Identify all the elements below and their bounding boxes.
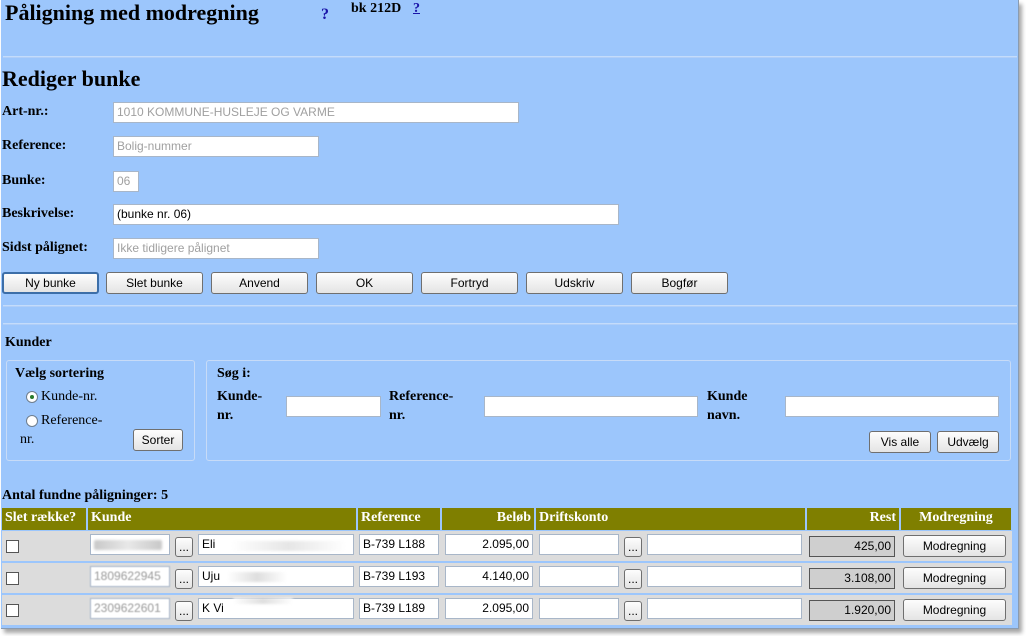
row-reference-field[interactable]: B-739 L188 — [359, 534, 439, 555]
col-header-reference: Reference — [358, 508, 440, 530]
search-title: Søg i: — [217, 366, 251, 381]
offset-button[interactable]: Modregning — [903, 535, 1006, 557]
row-rest-field: 1.920,00 — [809, 600, 895, 621]
col-header-belob: Beløb — [442, 508, 534, 530]
kunde-lookup-button[interactable]: ... — [175, 601, 193, 621]
filter-button[interactable]: Udvælg — [937, 431, 999, 453]
section-title-rediger: Rediger bunke — [2, 66, 141, 91]
row-kundenr-field[interactable]: 1809622945 — [90, 566, 170, 587]
row-driftskonto-field[interactable] — [539, 566, 619, 587]
bunke-field: 06 — [113, 171, 139, 192]
app-window: Påligning med modregning ? bk 212D ? Red… — [1, 0, 1019, 629]
apply-button[interactable]: Anvend — [211, 272, 308, 294]
sidst-field: Ikke tidligere pålignet — [113, 238, 319, 259]
driftskonto-lookup-button[interactable]: ... — [624, 537, 642, 557]
search-refnr-input[interactable] — [484, 396, 698, 417]
sort-button[interactable]: Sorter — [133, 429, 183, 451]
redacted-text — [233, 598, 293, 604]
redacted-text — [231, 541, 346, 551]
search-refnr-label-line2: nr. — [389, 408, 406, 423]
reference-field: Bolig-nummer — [113, 136, 319, 157]
cancel-button[interactable]: Fortryd — [421, 272, 518, 294]
page-title: Påligning med modregning — [5, 0, 259, 25]
sidst-label: Sidst pålignet: — [2, 240, 88, 255]
kunder-heading: Kunder — [5, 335, 52, 350]
delete-row-checkbox[interactable] — [6, 604, 19, 617]
row-driftskonto-field[interactable] — [539, 534, 619, 555]
driftskonto-lookup-button[interactable]: ... — [624, 569, 642, 589]
sort-option-reference: Reference- — [41, 413, 103, 428]
divider — [3, 323, 1017, 325]
help-icon[interactable]: ? — [321, 6, 329, 24]
bunke-label: Bunke: — [2, 173, 46, 188]
search-navn-label: Kunde — [707, 389, 748, 404]
screen-code: bk 212D — [351, 1, 402, 16]
col-header-rest: Rest — [807, 508, 899, 530]
col-header-modregning: Modregning — [901, 508, 1011, 530]
col-header-kunde: Kunde — [88, 508, 356, 530]
sort-radio-kundenr[interactable] — [26, 391, 38, 403]
col-header-slet: Slet række? — [2, 508, 86, 530]
sort-option-kundenr: Kunde-nr. — [41, 389, 98, 404]
art-field: 1010 KOMMUNE-HUSLEJE OG VARME — [113, 102, 519, 123]
row-belob-field[interactable]: 2.095,00 — [445, 598, 533, 619]
row-reference-field[interactable]: B-739 L193 — [359, 566, 439, 587]
reference-label: Reference: — [2, 138, 67, 153]
sort-option-reference-line2: nr. — [20, 432, 35, 447]
row-driftskonto-name-field[interactable] — [647, 534, 802, 555]
result-count: Antal fundne påligninger: 5 — [2, 488, 169, 503]
beskrivelse-label: Beskrivelse: — [2, 206, 75, 221]
art-label: Art-nr.: — [2, 104, 49, 119]
row-belob-field[interactable]: 4.140,00 — [445, 566, 533, 587]
search-kundenr-label: Kunde- — [217, 389, 263, 404]
delete-row-checkbox[interactable] — [6, 572, 19, 585]
new-batch-button[interactable]: Ny bunke — [2, 272, 99, 294]
driftskonto-lookup-button[interactable]: ... — [624, 601, 642, 621]
row-driftskonto-name-field[interactable] — [647, 566, 802, 587]
search-kundenr-label-line2: nr. — [217, 408, 234, 423]
print-button[interactable]: Udskriv — [526, 272, 623, 294]
kunde-lookup-button[interactable]: ... — [175, 569, 193, 589]
divider — [3, 305, 1017, 307]
offset-button[interactable]: Modregning — [903, 567, 1006, 589]
search-navn-label-line2: navn. — [707, 408, 741, 423]
screen-help-link[interactable]: ? — [413, 1, 420, 17]
delete-row-checkbox[interactable] — [6, 540, 19, 553]
row-reference-field[interactable]: B-739 L189 — [359, 598, 439, 619]
ok-button[interactable]: OK — [316, 272, 413, 294]
row-rest-field: 425,00 — [809, 536, 895, 557]
redacted-text — [94, 540, 162, 550]
sort-title: Vælg sortering — [15, 366, 105, 381]
divider — [3, 56, 1017, 58]
search-kundenr-input[interactable] — [286, 396, 381, 417]
offset-button[interactable]: Modregning — [903, 599, 1006, 621]
row-rest-field: 3.108,00 — [809, 568, 895, 589]
beskrivelse-field[interactable]: (bunke nr. 06) — [113, 204, 619, 225]
col-header-driftskonto: Driftskonto — [536, 508, 805, 530]
delete-batch-button[interactable]: Slet bunke — [106, 272, 203, 294]
search-navn-input[interactable] — [785, 396, 999, 417]
row-belob-field[interactable]: 2.095,00 — [445, 534, 533, 555]
search-refnr-label: Reference- — [389, 389, 454, 404]
row-driftskonto-name-field[interactable] — [647, 598, 802, 619]
show-all-button[interactable]: Vis alle — [869, 431, 931, 453]
sort-radio-reference[interactable] — [26, 415, 38, 427]
row-kundenr-field[interactable]: 2309622601 — [90, 598, 170, 619]
redacted-text — [227, 572, 287, 582]
post-button[interactable]: Bogfør — [631, 272, 728, 294]
kunde-lookup-button[interactable]: ... — [175, 537, 193, 557]
row-driftskonto-field[interactable] — [539, 598, 619, 619]
